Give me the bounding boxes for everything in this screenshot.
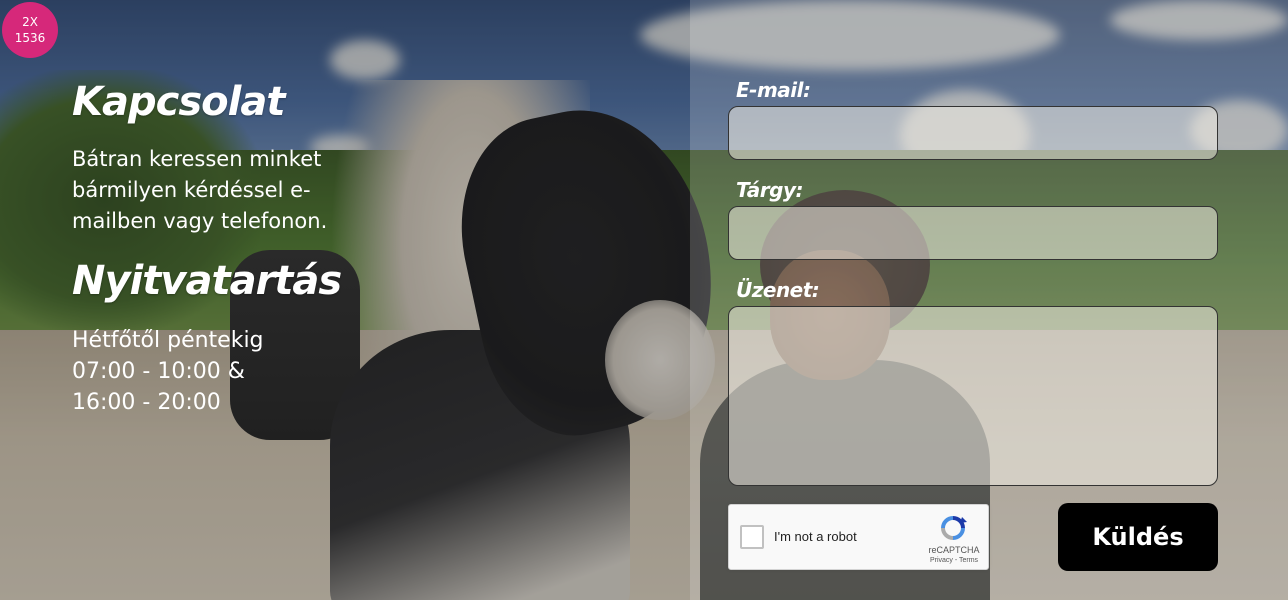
- message-field[interactable]: [728, 306, 1218, 486]
- send-button[interactable]: Küldés: [1058, 503, 1218, 571]
- recaptcha-terms-link[interactable]: Privacy - Terms: [921, 557, 987, 564]
- subject-label: Tárgy:: [736, 178, 803, 202]
- subject-field[interactable]: [728, 206, 1218, 260]
- recaptcha-label: I'm not a robot: [774, 529, 857, 544]
- contact-heading: Kapcsolat: [72, 79, 285, 125]
- message-label: Üzenet:: [736, 278, 820, 302]
- badge-width: 1536: [14, 31, 46, 45]
- opening-hours-text: Hétfőtől péntekig 07:00 - 10:00 & 16:00 …: [72, 325, 372, 418]
- recaptcha-checkbox[interactable]: [740, 525, 764, 549]
- opening-hours-heading: Nyitvatartás: [72, 258, 342, 304]
- badge-scale: 2X: [22, 15, 38, 29]
- recaptcha-brand: reCAPTCHA: [928, 545, 980, 555]
- contact-intro: Bátran keressen minket bármilyen kérdéss…: [72, 147, 328, 233]
- info-column: Kapcsolat Bátran keressen minket bármily…: [72, 72, 372, 418]
- opening-hours-days: Hétfőtől péntekig: [72, 328, 264, 353]
- email-field[interactable]: [728, 106, 1218, 160]
- resolution-badge: 2X 1536: [2, 2, 58, 58]
- opening-hours-morning: 07:00 - 10:00 &: [72, 359, 245, 384]
- recaptcha-widget: I'm not a robot reCAPTCHA Privacy - Term…: [728, 504, 989, 570]
- contact-form: E-mail: Tárgy: Üzenet:: [728, 76, 1218, 486]
- email-label: E-mail:: [736, 78, 811, 102]
- recaptcha-logo-icon: [941, 516, 967, 540]
- opening-hours-evening: 16:00 - 20:00: [72, 390, 221, 415]
